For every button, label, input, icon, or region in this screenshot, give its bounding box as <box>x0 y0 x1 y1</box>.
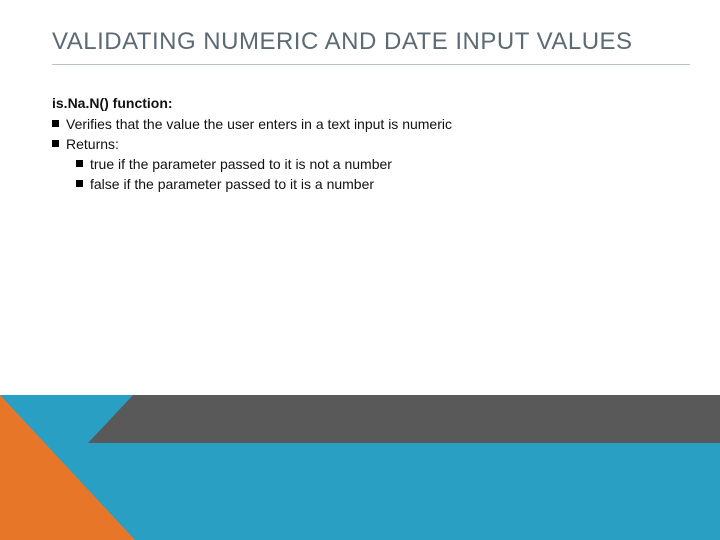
bullet-text: false if the parameter passed to it is a… <box>90 175 374 194</box>
bullet-icon <box>52 120 59 127</box>
footer-orange-shape <box>0 395 135 540</box>
decorative-footer <box>0 395 720 540</box>
bullet-text: Returns: <box>66 135 119 154</box>
bullet-item: Returns: <box>52 135 680 154</box>
slide-content: is.Na.N() function: Verifies that the va… <box>52 94 680 194</box>
slide-title: VALIDATING NUMERIC AND DATE INPUT VALUES <box>52 28 690 65</box>
bullet-icon <box>52 140 59 147</box>
bullet-icon <box>76 180 83 187</box>
bullet-item: Verifies that the value the user enters … <box>52 115 680 134</box>
bullet-item: false if the parameter passed to it is a… <box>76 175 680 194</box>
bullet-text: Verifies that the value the user enters … <box>66 115 452 134</box>
slide: VALIDATING NUMERIC AND DATE INPUT VALUES… <box>0 0 720 540</box>
bullet-text: true if the parameter passed to it is no… <box>90 155 392 174</box>
bullet-icon <box>76 160 83 167</box>
bullet-item: true if the parameter passed to it is no… <box>76 155 680 174</box>
lead-text: is.Na.N() function: <box>52 94 680 113</box>
